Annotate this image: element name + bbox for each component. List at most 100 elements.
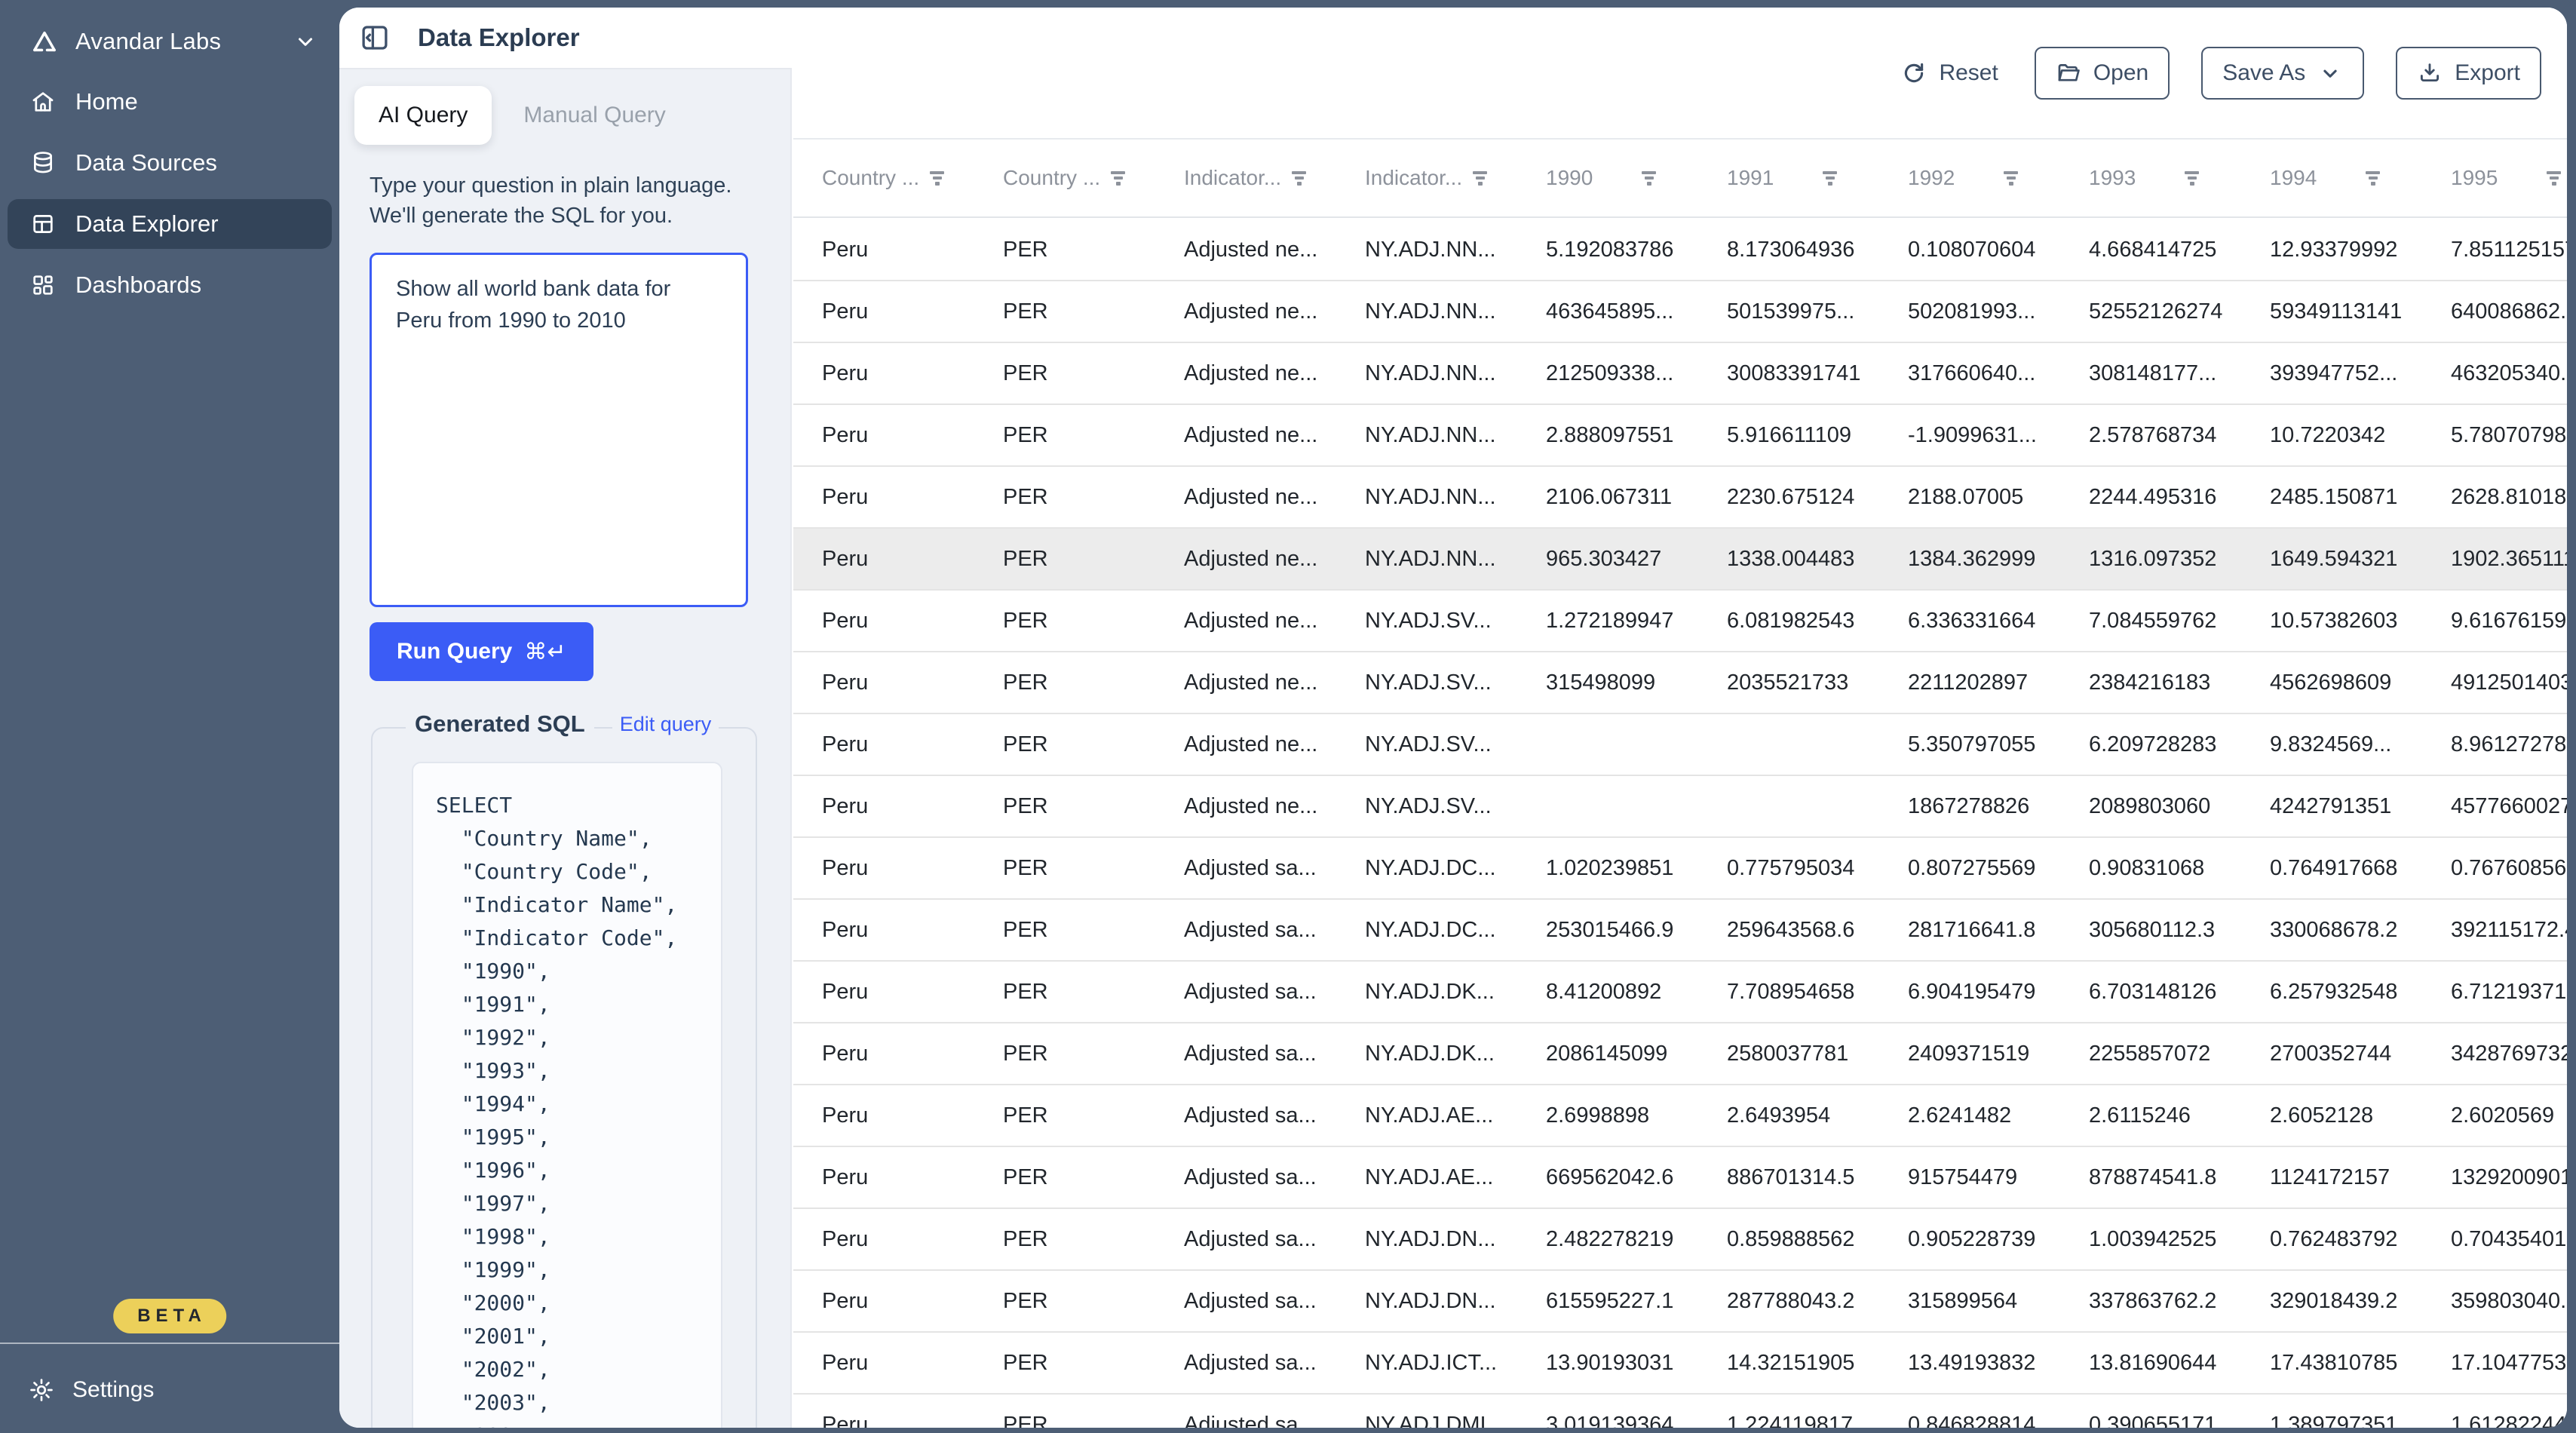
- table-cell: 2.6052128: [2241, 1103, 2422, 1128]
- table-row[interactable]: PeruPERAdjusted ne...NY.ADJ.NN...2106.06…: [793, 467, 2567, 529]
- table-cell: 59349113141: [2241, 299, 2422, 324]
- table-cell: PER: [974, 794, 1155, 819]
- table-row[interactable]: PeruPERAdjusted ne...NY.ADJ.NN...2.88809…: [793, 405, 2567, 467]
- table-cell: 52552126274: [2060, 299, 2241, 324]
- sidebar-item-home[interactable]: Home: [8, 77, 332, 127]
- table-cell: Adjusted ne...: [1155, 547, 1336, 572]
- export-button[interactable]: Export: [2396, 47, 2541, 100]
- table-row[interactable]: PeruPERAdjusted ne...NY.ADJ.NN...965.303…: [793, 529, 2567, 591]
- question-input[interactable]: Show all world bank data for Peru from 1…: [370, 253, 748, 607]
- table-cell: 4242791351: [2241, 794, 2422, 819]
- table-row[interactable]: PeruPERAdjusted sa...NY.ADJ.DC...1.02023…: [793, 838, 2567, 900]
- table-row[interactable]: PeruPERAdjusted sa...NY.ADJ.AE...2.69988…: [793, 1085, 2567, 1147]
- table-cell: 4.668414725: [2060, 238, 2241, 262]
- table-cell: Peru: [793, 1165, 974, 1190]
- column-header-1993[interactable]: 1993: [2060, 166, 2241, 190]
- filter-icon[interactable]: [930, 171, 944, 186]
- table-cell: 392115172.4: [2422, 918, 2567, 943]
- table-row[interactable]: PeruPERAdjusted ne...NY.ADJ.SV...1867278…: [793, 776, 2567, 838]
- edit-query-link[interactable]: Edit query: [612, 713, 719, 736]
- column-header-1991[interactable]: 1991: [1698, 166, 1879, 190]
- table-cell: 1.003942525: [2060, 1227, 2241, 1252]
- table-cell: Adjusted sa...: [1155, 1413, 1336, 1428]
- table-cell: 1384.362999: [1879, 547, 2060, 572]
- tab-manual-query[interactable]: Manual Query: [499, 86, 689, 145]
- table-row[interactable]: PeruPERAdjusted ne...NY.ADJ.NN...4636458…: [793, 281, 2567, 343]
- sidebar-item-dashboards[interactable]: Dashboards: [8, 260, 332, 310]
- column-header-country[interactable]: Country ...: [793, 166, 974, 190]
- table-row[interactable]: PeruPERAdjusted ne...NY.ADJ.SV...1.27218…: [793, 591, 2567, 652]
- table-cell: Adjusted sa...: [1155, 1103, 1336, 1128]
- open-button[interactable]: Open: [2035, 47, 2170, 100]
- generated-sql-legend: Generated SQL Edit query: [406, 710, 719, 738]
- workspace-switcher[interactable]: Avandar Labs: [0, 0, 339, 63]
- chevron-down-icon: [2317, 60, 2343, 86]
- table-cell: 1.272189947: [1517, 609, 1698, 634]
- table-cell: 0.762483792: [2241, 1227, 2422, 1252]
- table-cell: NY.ADJ.DN...: [1336, 1227, 1517, 1252]
- table-row[interactable]: PeruPERAdjusted ne...NY.ADJ.SV...3154980…: [793, 652, 2567, 714]
- table-cell: 6.257932548: [2241, 980, 2422, 1005]
- panel-left-toggle-icon[interactable]: [359, 22, 391, 54]
- column-header-country[interactable]: Country ...: [974, 166, 1155, 190]
- tab-ai-query[interactable]: AI Query: [354, 86, 492, 145]
- table-cell: Peru: [793, 1413, 974, 1428]
- table-cell: 2255857072: [2060, 1042, 2241, 1066]
- table-row[interactable]: PeruPERAdjusted ne...NY.ADJ.SV...5.35079…: [793, 714, 2567, 776]
- column-header-1995[interactable]: 1995: [2422, 166, 2567, 190]
- table-cell: 502081993...: [1879, 299, 2060, 324]
- filter-icon[interactable]: [1642, 171, 1656, 186]
- reset-icon: [1901, 60, 1927, 86]
- column-header-label: 1993: [2089, 166, 2136, 190]
- sidebar-item-data-explorer[interactable]: Data Explorer: [8, 199, 332, 249]
- table-cell: 7.851125157: [2422, 238, 2567, 262]
- table-cell: Adjusted ne...: [1155, 299, 1336, 324]
- table-row[interactable]: PeruPERAdjusted sa...NY.ADJ.DN...2.48227…: [793, 1209, 2567, 1271]
- sidebar-item-settings[interactable]: Settings: [29, 1367, 154, 1413]
- table-cell: Adjusted ne...: [1155, 361, 1336, 386]
- filter-icon[interactable]: [1823, 171, 1837, 186]
- table-cell: PER: [974, 423, 1155, 448]
- column-header-1990[interactable]: 1990: [1517, 166, 1698, 190]
- column-header-indicator[interactable]: Indicator...: [1336, 166, 1517, 190]
- table-cell: NY.ADJ.NN...: [1336, 423, 1517, 448]
- table-row[interactable]: PeruPERAdjusted ne...NY.ADJ.NN...2125093…: [793, 343, 2567, 405]
- table-cell: 7.708954658: [1698, 980, 1879, 1005]
- query-panel: AI QueryManual Query Type your question …: [339, 68, 792, 1428]
- filter-icon[interactable]: [1292, 171, 1306, 186]
- table-row[interactable]: PeruPERAdjusted sa...NY.ADJ.ICT...13.901…: [793, 1333, 2567, 1395]
- table-cell: PER: [974, 1042, 1155, 1066]
- generated-sql-label: Generated SQL: [406, 710, 594, 738]
- filter-icon[interactable]: [2185, 171, 2199, 186]
- table-cell: 615595227.1: [1517, 1289, 1698, 1314]
- filter-icon[interactable]: [2366, 171, 2380, 186]
- table-row[interactable]: PeruPERAdjusted sa...NY.ADJ.DC...2530154…: [793, 900, 2567, 962]
- table-cell: 13.49193832: [1879, 1351, 2060, 1376]
- filter-icon[interactable]: [2547, 171, 2561, 186]
- filter-icon[interactable]: [1111, 171, 1125, 186]
- filter-icon[interactable]: [2004, 171, 2018, 186]
- table-row[interactable]: PeruPERAdjusted ne...NY.ADJ.NN...5.19208…: [793, 219, 2567, 281]
- table-cell: 1.020239851: [1517, 856, 1698, 881]
- sidebar-item-data-sources[interactable]: Data Sources: [8, 138, 332, 188]
- table-cell: NY.ADJ.NN...: [1336, 361, 1517, 386]
- filter-icon[interactable]: [1473, 171, 1487, 186]
- table-cell: NY.ADJ.NN...: [1336, 238, 1517, 262]
- column-header-indicator[interactable]: Indicator...: [1155, 166, 1336, 190]
- table-cell: Adjusted ne...: [1155, 485, 1336, 510]
- run-query-button[interactable]: Run Query ⌘↵: [370, 622, 593, 681]
- table-row[interactable]: PeruPERAdjusted sa...NY.ADJ.DK...8.41200…: [793, 962, 2567, 1023]
- column-header-1992[interactable]: 1992: [1879, 166, 2060, 190]
- table-cell: Peru: [793, 547, 974, 572]
- table-row[interactable]: PeruPERAdjusted sa...NY.ADJ.DN...6155952…: [793, 1271, 2567, 1333]
- save-as-button[interactable]: Save As: [2201, 47, 2364, 100]
- table-row[interactable]: PeruPERAdjusted sa...NY.ADJ.DMI...3.0191…: [793, 1395, 2567, 1428]
- table-icon: [30, 211, 56, 237]
- column-header-label: 1990: [1546, 166, 1593, 190]
- table-row[interactable]: PeruPERAdjusted sa...NY.ADJ.AE...6695620…: [793, 1147, 2567, 1209]
- table-cell: 1.224119817: [1698, 1413, 1879, 1428]
- reset-button[interactable]: Reset: [1897, 47, 2002, 100]
- column-header-1994[interactable]: 1994: [2241, 166, 2422, 190]
- table-row[interactable]: PeruPERAdjusted sa...NY.ADJ.DK...2086145…: [793, 1023, 2567, 1085]
- table-cell: Adjusted sa...: [1155, 1165, 1336, 1190]
